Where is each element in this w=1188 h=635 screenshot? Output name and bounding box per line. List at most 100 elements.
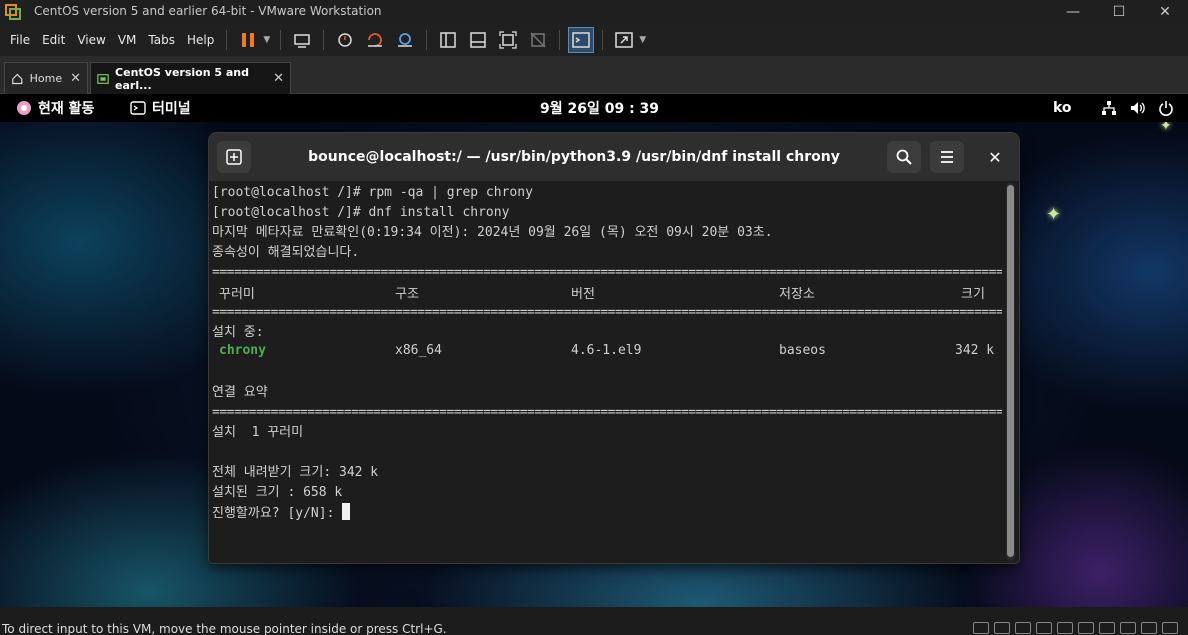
terminal-app-icon [130, 101, 146, 115]
tab-home[interactable]: Home ✕ [4, 62, 88, 94]
menu-button[interactable] [930, 141, 964, 173]
sidebar-toggle-icon[interactable] [435, 27, 461, 53]
separator-line: ========================================… [212, 405, 1002, 420]
console-view-icon[interactable] [568, 27, 595, 53]
package-name: chrony [219, 343, 266, 358]
toolbar-divider [323, 30, 325, 50]
toolbar-divider [602, 30, 604, 50]
tab-home-label: Home [29, 72, 63, 85]
cd-icon[interactable] [1015, 622, 1031, 634]
hdd-icon[interactable] [973, 622, 989, 634]
scrollbar-thumb[interactable] [1007, 185, 1014, 557]
maximize-button[interactable]: ☐ [1096, 0, 1142, 24]
star-decoration-icon: ✦ [1160, 122, 1172, 134]
toolbar-divider [280, 30, 282, 50]
close-window-button[interactable]: ✕ [1142, 0, 1188, 24]
terminal-line: 연결 요약 [212, 385, 268, 400]
package-arch: x86_64 [395, 343, 442, 358]
terminal-line: 설치된 크기 : 658 k [212, 485, 343, 500]
terminal-headerbar: bounce@localhost:/ — /usr/bin/python3.9 … [209, 133, 1019, 181]
menu-edit[interactable]: Edit [36, 24, 71, 56]
new-tab-button[interactable] [217, 141, 251, 173]
toolbar-divider [559, 30, 561, 50]
terminal-line: 전체 내려받기 크기: 342 k [212, 465, 379, 480]
revert-snapshot-icon[interactable] [362, 27, 388, 53]
tab-bar: Home ✕ CentOS version 5 and earl... ✕ [0, 56, 1188, 94]
power-dropdown-icon[interactable]: ▼ [263, 35, 270, 45]
hdd-icon[interactable] [994, 622, 1010, 634]
terminal-line: [root@localhost /]# rpm -qa | grep chron… [212, 185, 533, 200]
full-screen-icon[interactable] [495, 27, 521, 53]
network-adapter-icon[interactable] [1057, 622, 1073, 634]
app-menu-terminal[interactable]: 터미널 [130, 94, 191, 122]
terminal-line: 종속성이 해결되었습니다. [212, 245, 360, 260]
menu-file[interactable]: File [4, 24, 36, 56]
separator-line: ========================================… [212, 305, 1002, 320]
star-decoration-icon: ✦ [1046, 204, 1062, 225]
pause-icon[interactable] [235, 27, 261, 53]
status-message: To direct input to this VM, move the mou… [2, 622, 447, 635]
stretch-dropdown-icon[interactable]: ▼ [639, 35, 646, 45]
tab-home-close-icon[interactable]: ✕ [62, 71, 81, 86]
activities-label: 현재 활동 [38, 101, 95, 117]
power-icon[interactable] [1158, 94, 1180, 122]
toolbar-divider [226, 30, 228, 50]
new-tab-icon [226, 149, 242, 165]
prompt-line: 진행할까요? [y/N]: [212, 503, 351, 523]
minimize-button[interactable]: — [1050, 0, 1096, 24]
window-title: CentOS version 5 and earlier 64-bit - VM… [34, 4, 382, 18]
home-icon [12, 73, 23, 84]
terminal-title: bounce@localhost:/ — /usr/bin/python3.9 … [308, 149, 840, 165]
confirm-prompt: 진행할까요? [y/N]: [212, 506, 343, 521]
clock[interactable]: 9월 26일 09 : 39 [540, 94, 659, 122]
terminal-window[interactable]: bounce@localhost:/ — /usr/bin/python3.9 … [209, 133, 1019, 563]
header-arch: 구조 [395, 287, 419, 302]
package-version: 4.6-1.el9 [571, 343, 642, 358]
cd-icon[interactable] [1036, 622, 1052, 634]
menu-bar: File Edit View VM Tabs Help ▼ ▼ [0, 24, 1188, 56]
terminal-line: [root@localhost /]# dnf install chrony [212, 205, 510, 220]
vm-icon [97, 73, 109, 84]
input-language[interactable]: ko [1053, 94, 1072, 122]
activities-icon [17, 101, 31, 115]
tab-centos-vm[interactable]: CentOS version 5 and earl... ✕ [90, 62, 291, 94]
message-icon[interactable] [1162, 622, 1178, 634]
terminal-line: 설치 중: [212, 325, 264, 340]
separator-line: ========================================… [212, 265, 1002, 280]
sound-icon[interactable] [1099, 622, 1115, 634]
close-terminal-button[interactable]: ✕ [979, 141, 1011, 173]
toolbar-divider [426, 30, 428, 50]
menu-view[interactable]: View [71, 24, 111, 56]
menu-tabs[interactable]: Tabs [142, 24, 181, 56]
terminal-line: 설치 1 꾸러미 [212, 425, 304, 440]
vmware-titlebar: CentOS version 5 and earlier 64-bit - VM… [0, 0, 1188, 24]
header-repo: 저장소 [779, 287, 815, 302]
search-button[interactable] [887, 141, 921, 173]
printer-icon[interactable] [1120, 622, 1136, 634]
usb-icon[interactable] [1078, 622, 1094, 634]
search-icon [896, 149, 912, 165]
network-icon[interactable] [1101, 94, 1123, 122]
header-package: 꾸러미 [219, 287, 255, 302]
snapshot-manager-icon[interactable] [392, 27, 418, 53]
stretch-guest-icon[interactable] [611, 27, 637, 53]
display-icon[interactable] [1141, 622, 1157, 634]
thumbnail-bar-icon[interactable] [465, 27, 491, 53]
terminal-output[interactable]: [root@localhost /]# rpm -qa | grep chron… [209, 181, 1004, 563]
menu-help[interactable]: Help [181, 24, 220, 56]
send-ctrl-alt-del-icon[interactable] [289, 27, 315, 53]
volume-icon[interactable] [1129, 94, 1151, 122]
activities-button[interactable]: 현재 활동 [16, 94, 94, 122]
snapshot-icon[interactable] [332, 27, 358, 53]
terminal-line: 마지막 메타자료 만료확인(0:19:34 이전): 2024년 09월 26일… [212, 225, 773, 240]
terminal-scrollbar[interactable] [1006, 183, 1015, 561]
header-version: 버전 [571, 287, 595, 302]
unity-mode-icon[interactable] [525, 27, 551, 53]
hamburger-menu-icon [941, 151, 953, 163]
vmware-logo-icon [5, 4, 21, 20]
gnome-top-bar: 현재 활동 터미널 9월 26일 09 : 39 ko [0, 94, 1188, 122]
tab-centos-label: CentOS version 5 and earl... [115, 65, 249, 92]
tab-centos-close-icon[interactable]: ✕ [265, 71, 284, 86]
device-status-icons [968, 622, 1178, 634]
menu-vm[interactable]: VM [112, 24, 143, 56]
